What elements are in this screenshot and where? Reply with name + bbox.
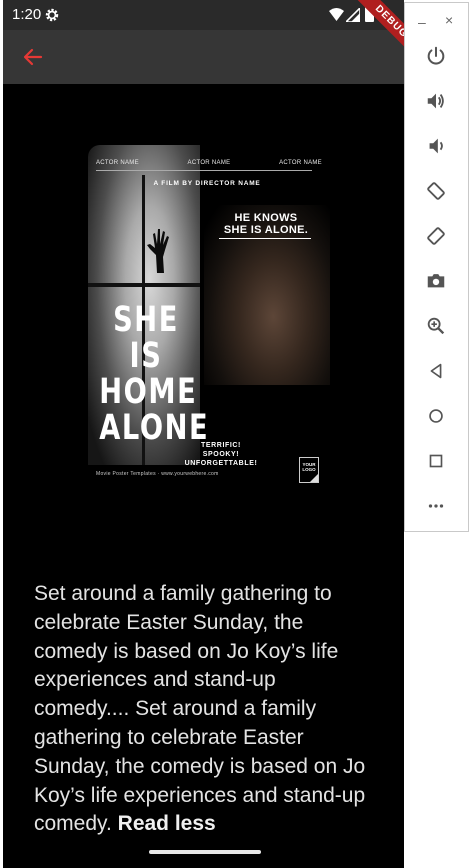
- volume-down-button[interactable]: [421, 131, 451, 161]
- tagline-line: HE KNOWS: [234, 212, 298, 224]
- blurb: UNFORGETTABLE!: [184, 460, 258, 467]
- back-button[interactable]: [17, 41, 49, 73]
- rotate-left-icon: [427, 182, 445, 200]
- gear-icon: [45, 8, 59, 22]
- hand-silhouette: [147, 229, 169, 273]
- blurb: TERRIFIC!: [200, 442, 241, 449]
- logo-text: LOGO: [302, 467, 316, 472]
- director-credit: A FILM BY DIRECTOR NAME: [153, 180, 261, 187]
- nav-home-button[interactable]: [421, 401, 451, 431]
- zoom-button[interactable]: [421, 311, 451, 341]
- back-triangle-icon: [430, 363, 442, 379]
- rotate-right-icon: [427, 227, 445, 245]
- poster-blurbs: TERRIFIC! SPOOKY! UNFORGETTABLE!: [156, 441, 286, 468]
- zoom-icon: [427, 317, 445, 335]
- tagline-line: SHE IS ALONE.: [223, 224, 309, 236]
- overview-square-icon: [429, 454, 443, 468]
- title-line: HOME: [99, 372, 198, 412]
- description-text: Set around a family gathering to celebra…: [34, 582, 366, 836]
- home-circle-icon: [429, 409, 443, 423]
- poster-logo: YOUR LOGO: [299, 457, 319, 483]
- more-icon: [428, 504, 444, 508]
- rotate-left-button[interactable]: [421, 176, 451, 206]
- poster-tagline: HE KNOWS SHE IS ALONE.: [214, 212, 318, 236]
- more-button[interactable]: [421, 491, 451, 521]
- home-indicator[interactable]: [149, 850, 261, 854]
- volume-up-icon: [427, 93, 444, 109]
- actor-names: ACTOR NAME ACTOR NAME ACTOR NAME: [96, 160, 322, 166]
- status-bar: 1:20: [3, 0, 404, 30]
- volume-up-button[interactable]: [421, 86, 451, 116]
- poster-credits: Movie Poster Templates · www.yourwebhere…: [96, 471, 219, 477]
- power-icon: [427, 46, 445, 65]
- title-line: SHE IS: [113, 300, 179, 376]
- screenshot-button[interactable]: [421, 266, 451, 296]
- actor-name: ACTOR NAME: [279, 160, 322, 166]
- status-time: 1:20: [12, 6, 42, 23]
- divider: [219, 238, 311, 239]
- blurb: SPOOKY!: [202, 451, 240, 458]
- nav-overview-button[interactable]: [421, 446, 451, 476]
- app-bar: [3, 30, 404, 84]
- rotate-right-button[interactable]: [421, 221, 451, 251]
- actor-name: ACTOR NAME: [96, 160, 139, 166]
- power-button[interactable]: [421, 41, 451, 71]
- logo-corner: [310, 474, 318, 482]
- read-less-link[interactable]: Read less: [118, 812, 216, 835]
- divider: [96, 170, 312, 171]
- nav-back-button[interactable]: [421, 356, 451, 386]
- movie-description: Set around a family gathering to celebra…: [34, 580, 374, 839]
- poster-title: SHE IS HOME ALONE: [99, 300, 208, 446]
- close-button[interactable]: ×: [445, 12, 453, 28]
- movie-poster: ACTOR NAME ACTOR NAME ACTOR NAME A FILM …: [86, 145, 330, 495]
- camera-icon: [427, 274, 445, 288]
- wifi-icon: [329, 8, 344, 21]
- signal-icon: [346, 8, 360, 22]
- volume-down-icon: [429, 138, 443, 154]
- emulator-toolbar: – ×: [404, 2, 469, 532]
- actor-name: ACTOR NAME: [187, 160, 231, 166]
- phone-screen: 1:20 DEBUG ACTOR NAME ACTOR NAME ACTOR N…: [3, 0, 404, 868]
- minimize-button[interactable]: –: [418, 14, 426, 30]
